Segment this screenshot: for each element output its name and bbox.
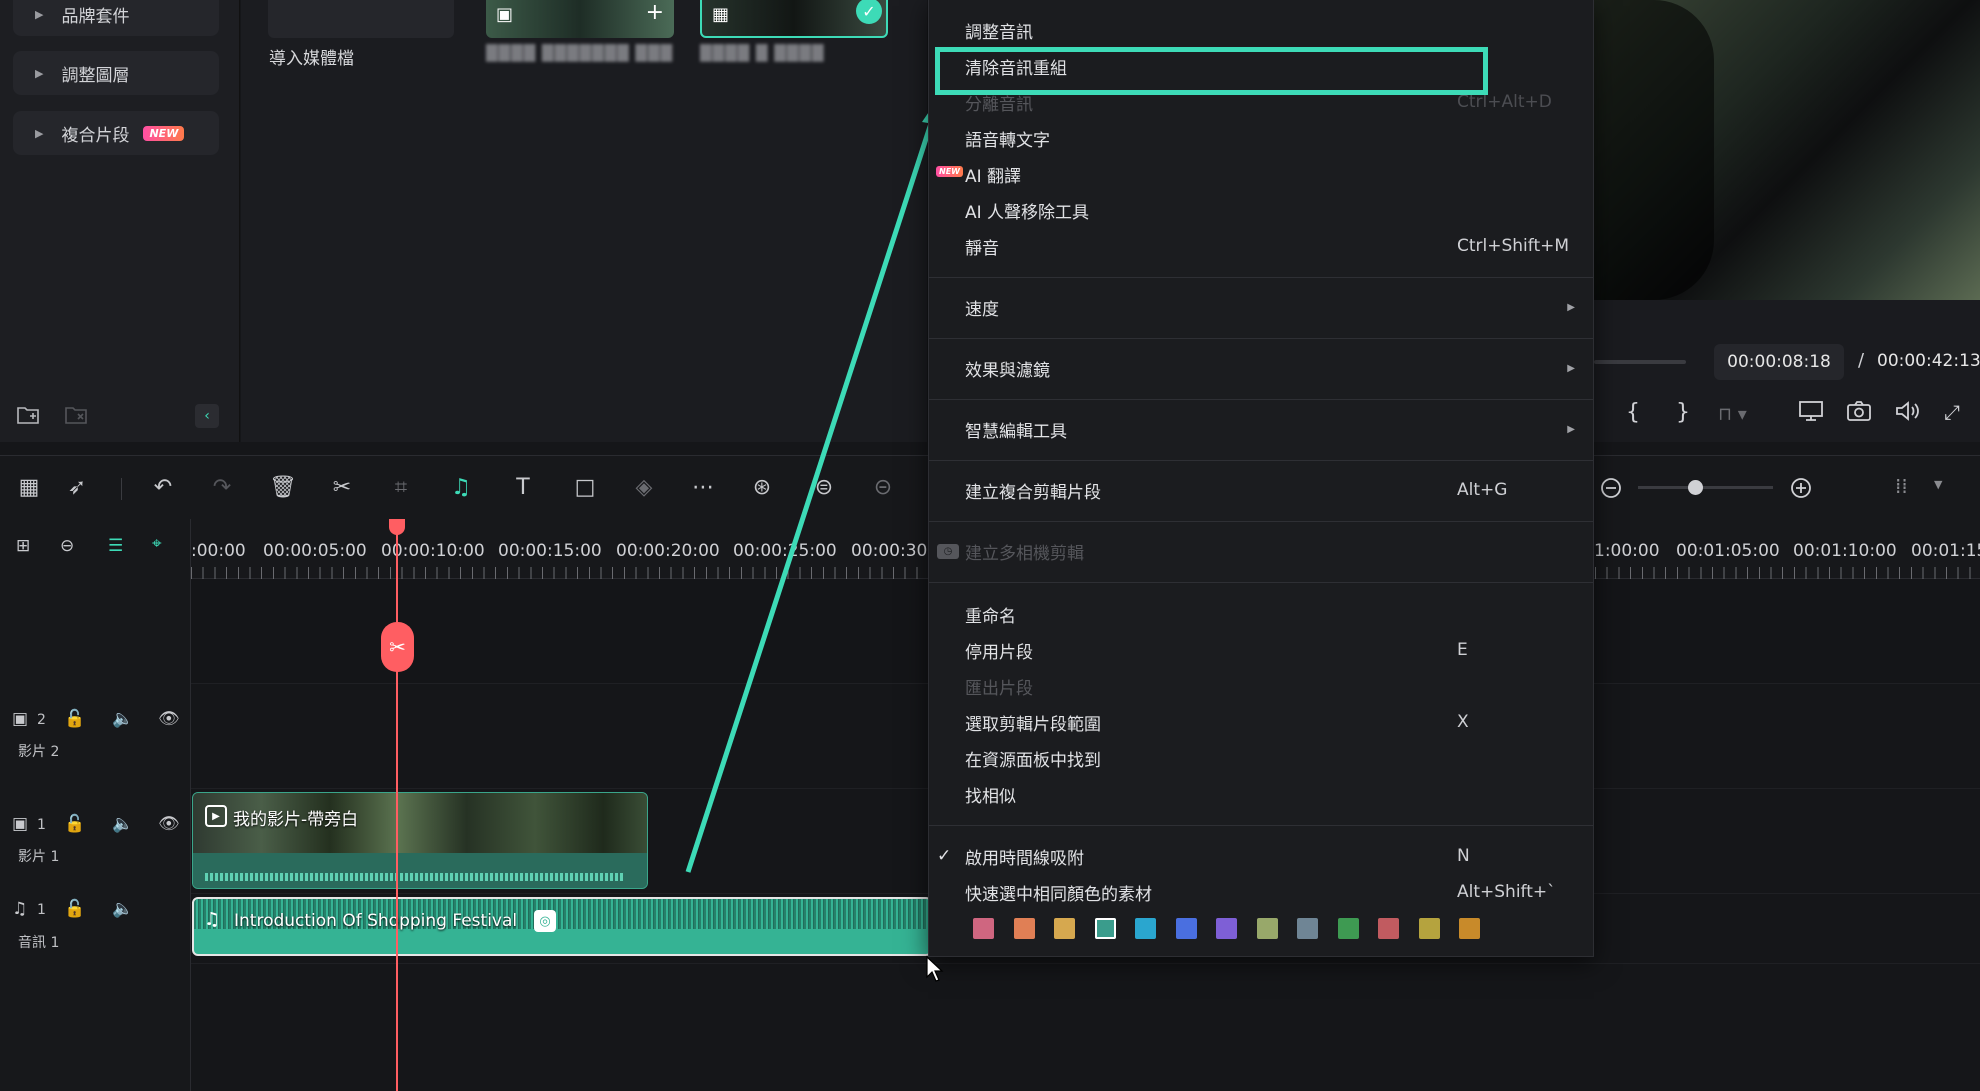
highlight-box [935,47,1488,95]
menu-item-select-clip-range[interactable]: 選取剪輯片段範圍 X [929,704,1593,740]
color-swatch[interactable] [1094,918,1116,939]
menu-separator [929,521,1593,522]
color-swatch[interactable] [1135,918,1156,939]
menu-item-export-clip[interactable]: 匯出片段 [929,668,1593,704]
color-swatches [973,918,1480,939]
menu-item-find-similar[interactable]: 找相似 [929,776,1593,812]
menu-separator [929,399,1593,400]
menu-item-create-multicam[interactable]: ◷ 建立多相機剪輯 [929,533,1593,569]
color-swatch[interactable] [1378,918,1399,939]
menu-separator [929,277,1593,278]
menu-separator [929,825,1593,826]
color-swatch[interactable] [1459,918,1480,939]
submenu-arrow-icon: ▶ [1567,301,1575,313]
menu-separator [929,460,1593,461]
menu-item-timeline-snap[interactable]: ✓ 啟用時間線吸附 N [929,838,1593,874]
menu-item-effects-filters[interactable]: 效果與濾鏡 ▶ [929,350,1593,386]
submenu-arrow-icon: ▶ [1567,362,1575,374]
menu-item-ai-translate[interactable]: NEW AI 翻譯 [929,156,1593,192]
color-swatch[interactable] [1297,918,1318,939]
menu-item-adjust-audio[interactable]: 調整音訊 [929,12,1593,48]
color-swatch[interactable] [1054,918,1075,939]
color-swatch[interactable] [1337,918,1359,939]
menu-item-find-in-library[interactable]: 在資源面板中找到 [929,740,1593,776]
check-icon: ✓ [937,846,952,866]
menu-item-select-same-color[interactable]: 快速選中相同顏色的素材 Alt+Shift+` [929,874,1593,910]
menu-item-speed[interactable]: 速度 ▶ [929,289,1593,325]
menu-item-mute[interactable]: 靜音 Ctrl+Shift+M [929,228,1593,264]
menu-separator [929,338,1593,339]
menu-item-disable-clip[interactable]: 停用片段 E [929,632,1593,668]
color-swatch[interactable] [973,918,994,939]
menu-item-speech-to-text[interactable]: 語音轉文字 [929,120,1593,156]
menu-separator [929,582,1593,583]
color-swatch[interactable] [1216,918,1237,939]
mouse-cursor-icon [926,955,944,982]
menu-item-smart-edit-tools[interactable]: 智慧編輯工具 ▶ [929,411,1593,447]
color-swatch[interactable] [1013,918,1035,939]
color-swatch[interactable] [1175,918,1197,939]
context-menu: 調整音訊 清除音訊重組 分離音訊 Ctrl+Alt+D 語音轉文字 NEW AI … [928,0,1594,957]
color-swatch[interactable] [1418,918,1440,939]
new-badge: NEW [936,166,963,177]
multicam-icon: ◷ [937,544,959,559]
color-swatch[interactable] [1256,918,1278,939]
menu-item-rename[interactable]: 重命名 [929,596,1593,632]
submenu-arrow-icon: ▶ [1567,423,1575,435]
menu-item-ai-vocal-remover[interactable]: AI 人聲移除工具 [929,192,1593,228]
menu-item-create-compound-clip[interactable]: 建立複合剪輯片段 Alt+G [929,472,1593,508]
